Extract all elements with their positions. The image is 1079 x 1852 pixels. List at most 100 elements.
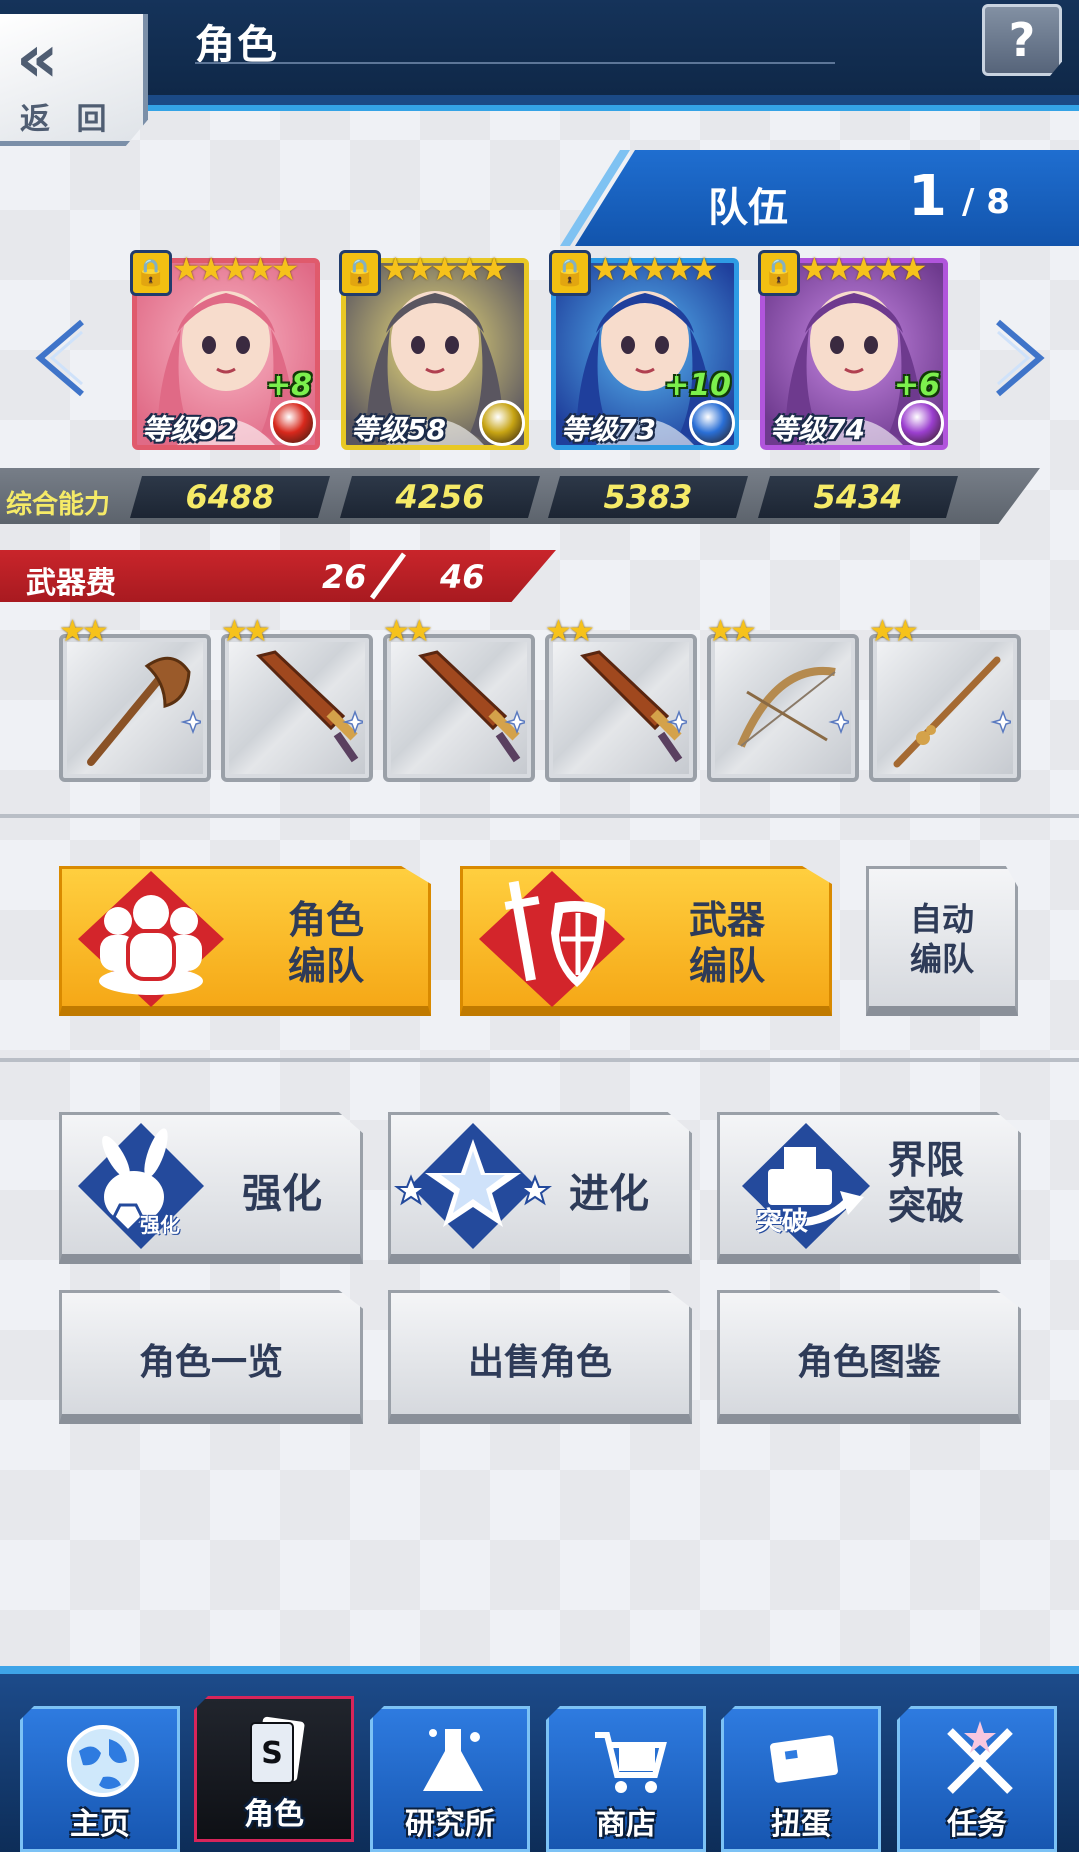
weapon-rarity-stars: ★★	[869, 614, 919, 649]
evolve-button[interactable]: 进化	[388, 1112, 692, 1264]
character-gallery-button[interactable]: 角色图鉴	[717, 1290, 1021, 1424]
team-total: / 8	[962, 182, 1010, 222]
power-label: 综合能力	[6, 490, 111, 520]
header: 角色 « 返 回 ?	[0, 0, 1079, 170]
element-wind-icon	[898, 400, 944, 446]
enhance-label: 强化	[242, 1171, 322, 1217]
prev-team-arrow-icon[interactable]	[30, 318, 90, 398]
star-evolve-icon	[394, 1123, 552, 1249]
nav-item[interactable]: 商店	[546, 1706, 706, 1852]
nav-item[interactable]: 主页	[20, 1706, 180, 1852]
nav-item[interactable]: 研究所	[370, 1706, 530, 1852]
rarity-stars: ★★★★★	[172, 250, 299, 288]
divider	[0, 1058, 1079, 1062]
lock-icon: 🔒	[130, 250, 172, 296]
lock-icon: 🔒	[339, 250, 381, 296]
team-current: 1	[908, 164, 947, 229]
enhance-button[interactable]: 强化 强化	[59, 1112, 363, 1264]
character-list-label: 角色一览	[138, 1342, 283, 1383]
help-button[interactable]: ?	[982, 4, 1062, 76]
flask-icon	[423, 1729, 483, 1791]
auto-formation-label: 自动 编队	[909, 900, 974, 978]
weapon-rarity-stars: ★★	[545, 614, 595, 649]
enhance-badge: 强化	[140, 1213, 180, 1237]
sell-character-button[interactable]: 出售角色	[388, 1290, 692, 1424]
character-card[interactable]: 🔒 ★★★★★ +8 等级92	[130, 250, 320, 450]
character-list-button[interactable]: 角色一览	[59, 1290, 363, 1424]
weapon-cost-max: 46	[440, 558, 485, 596]
nav-label: 任务	[947, 1807, 1007, 1842]
header-stripe-accent	[0, 105, 1079, 111]
weapon-cost-used: 26	[322, 558, 367, 596]
power-value: 6488	[130, 476, 330, 518]
svg-text:S: S	[261, 1736, 283, 1771]
character-plus-value: +6	[893, 368, 940, 403]
weapon-formation-button[interactable]: 武器 编队	[460, 866, 832, 1016]
weapon-rarity-stars: ★★	[59, 614, 109, 649]
character-card[interactable]: 🔒 ★★★★★ +6 等级74	[758, 250, 948, 450]
next-team-arrow-icon[interactable]	[990, 318, 1050, 398]
element-earth-icon	[479, 400, 525, 446]
power-value: 5434	[758, 476, 958, 518]
sword-icon	[580, 650, 687, 763]
lock-icon: 🔒	[549, 250, 591, 296]
auto-formation-button[interactable]: 自动 编队	[866, 866, 1018, 1016]
globe-icon	[67, 1725, 139, 1797]
nav-item[interactable]: 扭蛋	[721, 1706, 881, 1852]
team-label: 队伍	[708, 185, 788, 231]
slash-icon	[369, 552, 407, 600]
rarity-stars: ★★★★★	[381, 250, 508, 288]
sell-character-label: 出售角色	[467, 1342, 612, 1383]
nav-item[interactable]: S 角色	[194, 1696, 354, 1842]
weapon-slot[interactable]: ★★	[869, 614, 1021, 782]
limit-break-badge: 突破	[756, 1207, 809, 1237]
weapon-rarity-stars: ★★	[221, 614, 271, 649]
swords-icon	[947, 1721, 1013, 1794]
character-plus-value: +8	[265, 368, 312, 403]
header-stripe	[0, 95, 1079, 105]
cart-icon	[595, 1732, 667, 1793]
limit-break-label: 界限 突破	[888, 1138, 965, 1228]
character-level: 等级58	[351, 413, 446, 446]
weapon-slot[interactable]: ★★	[59, 614, 211, 782]
character-formation-button[interactable]: 角色 编队	[59, 866, 431, 1016]
staff-icon	[893, 656, 1011, 768]
limit-break-button[interactable]: 突破 界限 突破	[717, 1112, 1021, 1264]
character-card[interactable]: 🔒 ★★★★★ +10 等级73	[549, 250, 739, 450]
weapon-formation-label: 武器 编队	[688, 898, 765, 988]
weapon-slot[interactable]: ★★	[383, 614, 535, 782]
ticket-icon	[770, 1735, 838, 1783]
element-water-icon	[689, 400, 735, 446]
rarity-stars: ★★★★★	[800, 250, 927, 288]
card-icon: S	[250, 1716, 305, 1784]
back-label: 返 回	[20, 102, 115, 137]
character-gallery-label: 角色图鉴	[796, 1342, 941, 1383]
axe-icon	[87, 656, 201, 766]
character-card[interactable]: 🔒 ★★★★★ 等级58	[339, 250, 529, 450]
character-plus-value: +10	[664, 368, 731, 403]
weapon-rarity-stars: ★★	[707, 614, 757, 649]
team-icon	[78, 871, 224, 1007]
bottom-nav-top-stripe	[0, 1666, 1079, 1674]
power-value: 5383	[548, 476, 748, 518]
title-underline	[195, 62, 835, 64]
weapon-slot[interactable]: ★★	[707, 614, 859, 782]
back-button[interactable]: « 返 回	[0, 14, 148, 146]
nav-label: 研究所	[405, 1807, 495, 1842]
power-value: 4256	[340, 476, 540, 518]
nav-label: 商店	[596, 1807, 656, 1842]
nav-label: 扭蛋	[771, 1807, 831, 1842]
weapon-slot[interactable]: ★★	[545, 614, 697, 782]
element-fire-icon	[270, 400, 316, 446]
weapon-slot[interactable]: ★★	[221, 614, 373, 782]
character-level: 等级92	[142, 413, 237, 446]
back-chevron-icon: «	[16, 20, 58, 97]
divider	[0, 814, 1079, 818]
character-level: 等级74	[770, 413, 865, 446]
character-formation-label: 角色 编队	[287, 898, 364, 988]
sword-shield-icon	[479, 871, 625, 1007]
nav-item[interactable]: 任务	[897, 1706, 1057, 1852]
evolve-label: 进化	[569, 1171, 649, 1217]
rarity-stars: ★★★★★	[591, 250, 718, 288]
weapon-cost-label: 武器费	[26, 566, 116, 601]
